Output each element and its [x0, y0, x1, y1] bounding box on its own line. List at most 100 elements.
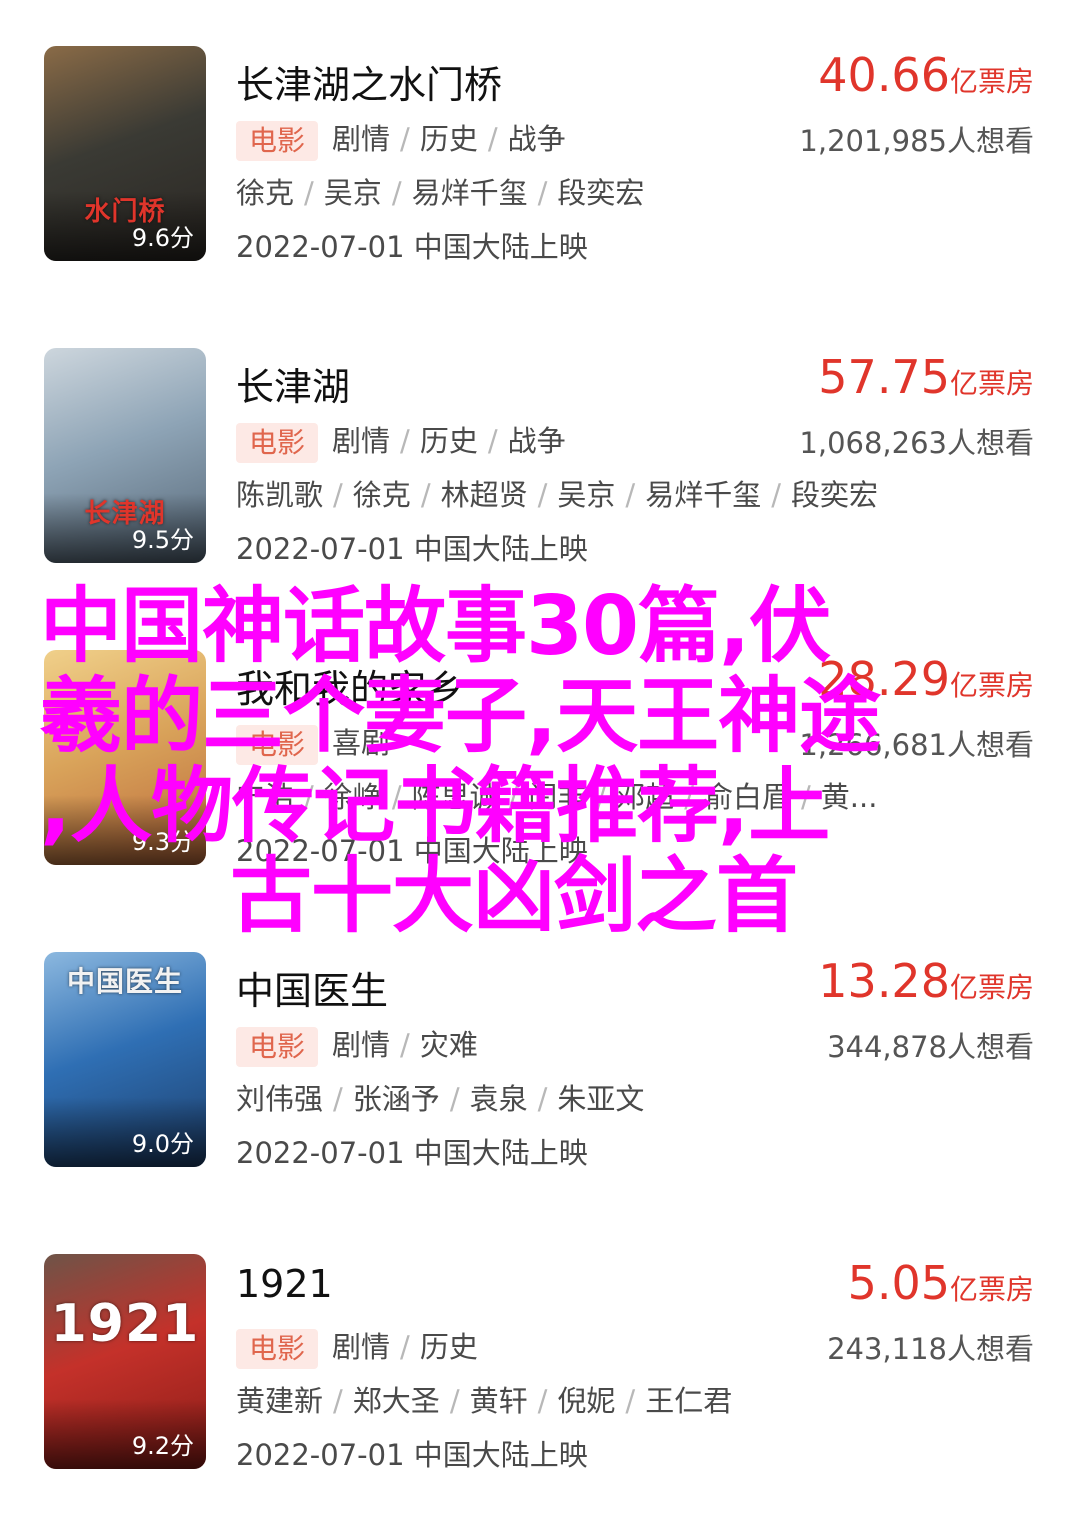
separator: /	[400, 1028, 410, 1062]
want-count: 1,201,985人想看	[799, 124, 1034, 158]
genre-list: 剧情 / 历史 / 战争	[332, 122, 566, 156]
movie-poster[interactable]: 长津湖 9.5分	[44, 348, 206, 563]
genre-line: 电影 剧情 / 灾难	[236, 1022, 478, 1067]
list-item: 郑大圣	[352, 1384, 440, 1418]
genre-list: 剧情 / 灾难	[332, 1028, 478, 1062]
list-item: 陈凯歌	[236, 478, 324, 512]
release-date: 2022-07-01 中国大陆上映	[236, 1136, 588, 1170]
box-office-number: 13.28	[818, 954, 950, 1008]
movie-poster[interactable]: 1921 9.2分	[44, 1254, 206, 1469]
separator: /	[625, 478, 636, 512]
separator: /	[391, 176, 402, 210]
movie-poster[interactable]: 水门桥 9.6分	[44, 46, 206, 261]
cast-list: 徐克 / 吴京 / 易烊千玺 / 段奕宏	[236, 170, 644, 212]
box-office: 13.28亿票房	[818, 954, 1034, 1008]
list-item: 段奕宏	[557, 176, 645, 210]
poster-title: 中国医生	[66, 965, 183, 998]
movie-poster[interactable]: 中国医生 9.0分	[44, 952, 206, 1167]
list-item: 剧情	[332, 122, 391, 156]
list-item: 历史	[419, 424, 478, 458]
list-item: 剧情	[332, 1330, 391, 1364]
movie-card[interactable]: 水门桥 9.6分 长津湖之水门桥 40.66亿票房 电影 剧情 / 历史 / 战争 1,2…	[0, 46, 1080, 306]
overlay-line: ,人物传记书籍推荐,上	[40, 759, 830, 854]
movie-title[interactable]: 长津湖之水门桥	[236, 54, 502, 109]
movie-score: 9.0分	[131, 1130, 194, 1158]
separator: /	[333, 1082, 343, 1116]
list-item: 徐克	[236, 176, 295, 210]
list-item: 徐克	[352, 478, 411, 512]
list-item: 袁泉	[469, 1082, 528, 1116]
list-item: 剧情	[332, 1028, 391, 1062]
list-item: 段奕宏	[790, 478, 878, 512]
genre-line: 电影 剧情 / 历史	[236, 1324, 478, 1369]
movie-title[interactable]: 长津湖	[236, 356, 350, 411]
list-item: 张涵予	[352, 1082, 440, 1116]
release-date: 2022-07-01 中国大陆上映	[236, 230, 588, 264]
separator: /	[449, 1082, 460, 1116]
poster-title: 1921	[50, 1294, 200, 1354]
movie-card[interactable]: 中国医生 9.0分 中国医生 13.28亿票房 电影 剧情 / 灾难 344,878人…	[0, 952, 1080, 1212]
separator: /	[537, 478, 548, 512]
movie-card[interactable]: 1921 9.2分 1921 5.05亿票房 电影 剧情 / 历史 243,118人想…	[0, 1254, 1080, 1514]
separator: /	[537, 176, 548, 210]
list-item: 易烊千玺	[645, 478, 762, 512]
separator: /	[400, 424, 410, 458]
movie-title[interactable]: 1921	[236, 1262, 333, 1306]
box-office-unit: 亿票房	[949, 1273, 1034, 1306]
box-office: 57.75亿票房	[818, 350, 1034, 404]
separator: /	[304, 176, 314, 210]
cast-list: 黄建新 / 郑大圣 / 黄轩 / 倪妮 / 王仁君	[236, 1378, 732, 1420]
overlay-caption: 中国神话故事30篇,伏 羲的三个妻子,天王神途 ,人物传记书籍推荐,上 古十大凶…	[40, 582, 1000, 942]
list-item: 王仁君	[645, 1384, 733, 1418]
box-office: 5.05亿票房	[848, 1256, 1034, 1310]
separator: /	[771, 478, 781, 512]
list-item: 剧情	[332, 424, 391, 458]
genre-line: 电影 剧情 / 历史 / 战争	[236, 418, 566, 463]
overlay-line: 古十大凶剑之首	[230, 849, 798, 944]
separator: /	[487, 122, 498, 156]
list-item: 朱亚文	[557, 1082, 645, 1116]
separator: /	[333, 1384, 343, 1418]
movie-score: 9.5分	[131, 526, 194, 554]
cast-list: 陈凯歌 / 徐克 / 林超贤 / 吴京 / 易烊千玺 / 段奕宏	[236, 472, 878, 514]
movie-card[interactable]: 长津湖 9.5分 长津湖 57.75亿票房 电影 剧情 / 历史 / 战争 1,068,2…	[0, 348, 1080, 608]
genre-list: 剧情 / 历史	[332, 1330, 478, 1364]
list-item: 战争	[507, 424, 566, 458]
list-item: 历史	[419, 122, 478, 156]
list-item: 刘伟强	[236, 1082, 324, 1116]
box-office-unit: 亿票房	[949, 971, 1034, 1004]
separator: /	[420, 478, 431, 512]
separator: /	[333, 478, 343, 512]
list-item: 黄轩	[469, 1384, 528, 1418]
list-item: 易烊千玺	[411, 176, 528, 210]
separator: /	[487, 424, 498, 458]
list-item: 黄建新	[236, 1384, 324, 1418]
separator: /	[449, 1384, 460, 1418]
want-count: 344,878人想看	[827, 1030, 1034, 1064]
list-item: 吴京	[557, 478, 616, 512]
want-count: 243,118人想看	[827, 1332, 1034, 1366]
cast-list: 刘伟强 / 张涵予 / 袁泉 / 朱亚文	[236, 1076, 644, 1118]
separator: /	[537, 1082, 548, 1116]
list-item: 吴京	[323, 176, 382, 210]
type-badge: 电影	[236, 1329, 319, 1369]
box-office-number: 57.75	[818, 350, 950, 404]
type-badge: 电影	[236, 121, 319, 161]
separator: /	[537, 1384, 548, 1418]
list-item: 战争	[507, 122, 566, 156]
want-count: 1,068,263人想看	[799, 426, 1034, 460]
movie-title[interactable]: 中国医生	[236, 960, 388, 1015]
list-item: 倪妮	[557, 1384, 616, 1418]
movie-score: 9.6分	[131, 224, 194, 252]
separator: /	[400, 1330, 410, 1364]
separator: /	[625, 1384, 636, 1418]
movie-score: 9.2分	[131, 1432, 194, 1460]
box-office-unit: 亿票房	[949, 367, 1034, 400]
list-item: 历史	[419, 1330, 478, 1364]
list-item: 灾难	[419, 1028, 478, 1062]
separator: /	[400, 122, 410, 156]
genre-list: 剧情 / 历史 / 战争	[332, 424, 566, 458]
type-badge: 电影	[236, 423, 319, 463]
release-date: 2022-07-01 中国大陆上映	[236, 1438, 588, 1472]
type-badge: 电影	[236, 1027, 319, 1067]
